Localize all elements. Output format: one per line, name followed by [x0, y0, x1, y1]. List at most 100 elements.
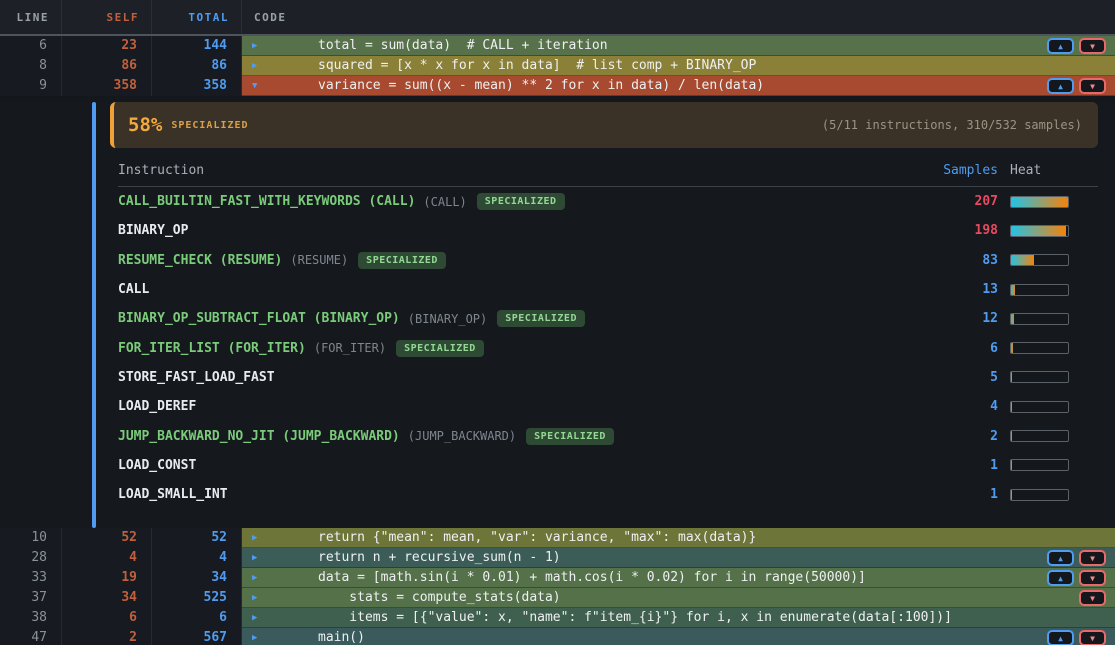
total-samples: 144 — [152, 36, 242, 56]
source-code: variance = sum((x - mean) ** 2 for x in … — [268, 76, 764, 96]
line-number: 10 — [0, 528, 62, 548]
heat-bar-fill — [1011, 314, 1014, 324]
jump-buttons: ▲ ▼ — [1047, 38, 1106, 54]
col-header-total[interactable]: TOTAL — [152, 0, 242, 34]
col-header-code: CODE — [242, 0, 1115, 34]
expand-caret-icon[interactable]: ▶ — [252, 628, 268, 645]
code-cell[interactable]: ▶ squared = [x * x for x in data] # list… — [242, 56, 1115, 76]
instruction-base-opcode: (CALL) — [423, 195, 466, 209]
code-cell[interactable]: ▶ main() ▲ ▼ — [242, 628, 1115, 645]
code-cell[interactable]: ▼ variance = sum((x - mean) ** 2 for x i… — [242, 76, 1115, 96]
heat-bar-fill — [1011, 402, 1012, 412]
heat-bar — [1010, 254, 1069, 266]
total-samples: 52 — [152, 528, 242, 548]
sample-count: 2 — [928, 429, 998, 444]
source-code: squared = [x * x for x in data] # list c… — [268, 56, 756, 76]
expand-caret-icon[interactable]: ▼ — [252, 76, 268, 96]
jump-down-button[interactable]: ▼ — [1079, 630, 1106, 645]
sample-count: 13 — [928, 282, 998, 297]
jump-up-button[interactable]: ▲ — [1047, 570, 1074, 586]
code-row[interactable]: 28 4 4 ▶ return n + recursive_sum(n - 1)… — [0, 548, 1115, 568]
code-row[interactable]: 47 2 567 ▶ main() ▲ ▼ — [0, 628, 1115, 645]
total-samples: 6 — [152, 608, 242, 628]
code-cell[interactable]: ▶ total = sum(data) # CALL + iteration ▲… — [242, 36, 1115, 56]
instruction-name: LOAD_CONST — [118, 458, 196, 473]
jump-down-button[interactable]: ▼ — [1079, 38, 1106, 54]
heat-bar — [1010, 225, 1069, 237]
line-number: 47 — [0, 628, 62, 645]
code-cell[interactable]: ▶ stats = compute_stats(data) ▼ — [242, 588, 1115, 608]
jump-up-button[interactable]: ▲ — [1047, 550, 1074, 566]
total-samples: 567 — [152, 628, 242, 645]
jump-up-button[interactable]: ▲ — [1047, 78, 1074, 94]
total-samples: 86 — [152, 56, 242, 76]
code-cell[interactable]: ▶ items = [{"value": x, "name": f"item_{… — [242, 608, 1115, 628]
code-cell[interactable]: ▶ data = [math.sin(i * 0.01) + math.cos(… — [242, 568, 1115, 588]
source-code: main() — [268, 628, 365, 645]
instruction-base-opcode: (JUMP_BACKWARD) — [408, 429, 516, 443]
expand-caret-icon[interactable]: ▶ — [252, 568, 268, 588]
self-samples: 86 — [62, 56, 152, 76]
sample-count: 5 — [928, 370, 998, 385]
instruction-row: FOR_ITER_LIST (FOR_ITER) (FOR_ITER) SPEC… — [118, 333, 1069, 362]
instruction-name: FOR_ITER_LIST (FOR_ITER) — [118, 341, 306, 356]
heat-bar-fill — [1011, 285, 1015, 295]
instruction-name: CALL_BUILTIN_FAST_WITH_KEYWORDS (CALL) — [118, 194, 415, 209]
col-header-instruction: Instruction — [118, 163, 928, 178]
line-number: 6 — [0, 36, 62, 56]
sample-count: 12 — [928, 311, 998, 326]
heat-bar-fill — [1011, 255, 1034, 265]
code-row[interactable]: 10 52 52 ▶ return {"mean": mean, "var": … — [0, 528, 1115, 548]
sample-count: 198 — [928, 223, 998, 238]
heat-bar-fill — [1011, 372, 1012, 382]
specialized-badge: SPECIALIZED — [358, 252, 446, 269]
instruction-row: JUMP_BACKWARD_NO_JIT (JUMP_BACKWARD) (JU… — [118, 421, 1069, 450]
code-row[interactable]: 9 358 358 ▼ variance = sum((x - mean) **… — [0, 76, 1115, 96]
specialization-label: SPECIALIZED — [171, 120, 248, 131]
expand-caret-icon[interactable]: ▶ — [252, 548, 268, 568]
code-cell[interactable]: ▶ return {"mean": mean, "var": variance,… — [242, 528, 1115, 548]
expanded-detail-panel: 58% SPECIALIZED (5/11 instructions, 310/… — [0, 102, 1115, 528]
code-row[interactable]: 37 34 525 ▶ stats = compute_stats(data) … — [0, 588, 1115, 608]
expand-caret-icon[interactable]: ▶ — [252, 36, 268, 56]
heat-bar — [1010, 401, 1069, 413]
jump-down-button[interactable]: ▼ — [1079, 590, 1106, 606]
instruction-name: RESUME_CHECK (RESUME) — [118, 253, 282, 268]
code-row[interactable]: 6 23 144 ▶ total = sum(data) # CALL + it… — [0, 36, 1115, 56]
expand-caret-icon[interactable]: ▶ — [252, 588, 268, 608]
source-code: return n + recursive_sum(n - 1) — [268, 548, 561, 568]
instruction-name: LOAD_SMALL_INT — [118, 487, 228, 502]
jump-down-button[interactable]: ▼ — [1079, 570, 1106, 586]
code-row[interactable]: 8 86 86 ▶ squared = [x * x for x in data… — [0, 56, 1115, 76]
self-samples: 4 — [62, 548, 152, 568]
jump-up-button[interactable]: ▲ — [1047, 38, 1074, 54]
instruction-row: STORE_FAST_LOAD_FAST 5 — [118, 363, 1069, 392]
col-header-samples[interactable]: Samples — [928, 163, 998, 178]
instruction-name: JUMP_BACKWARD_NO_JIT (JUMP_BACKWARD) — [118, 429, 400, 444]
instruction-base-opcode: (FOR_ITER) — [314, 341, 386, 355]
heat-bar-fill — [1011, 490, 1012, 500]
code-cell[interactable]: ▶ return n + recursive_sum(n - 1) ▲ ▼ — [242, 548, 1115, 568]
col-header-self[interactable]: SELF — [62, 0, 152, 34]
jump-up-button[interactable]: ▲ — [1047, 630, 1074, 645]
instruction-list: CALL_BUILTIN_FAST_WITH_KEYWORDS (CALL) (… — [0, 187, 1115, 509]
jump-buttons: ▲ ▼ — [1047, 78, 1106, 94]
jump-down-button[interactable]: ▼ — [1079, 550, 1106, 566]
line-number: 8 — [0, 56, 62, 76]
table-header: LINE SELF TOTAL CODE — [0, 0, 1115, 36]
self-samples: 23 — [62, 36, 152, 56]
jump-buttons: ▲ ▼ — [1047, 630, 1106, 645]
jump-down-button[interactable]: ▼ — [1079, 78, 1106, 94]
heat-bar — [1010, 196, 1069, 208]
instruction-row: BINARY_OP_SUBTRACT_FLOAT (BINARY_OP) (BI… — [118, 304, 1069, 333]
total-samples: 358 — [152, 76, 242, 96]
expand-caret-icon[interactable]: ▶ — [252, 56, 268, 76]
instruction-row: LOAD_DEREF 4 — [118, 392, 1069, 421]
code-row[interactable]: 33 19 34 ▶ data = [math.sin(i * 0.01) + … — [0, 568, 1115, 588]
instruction-row: LOAD_SMALL_INT 1 — [118, 480, 1069, 509]
expand-caret-icon[interactable]: ▶ — [252, 608, 268, 628]
specialization-detail: (5/11 instructions, 310/532 samples) — [822, 118, 1082, 132]
jump-buttons: ▼ — [1079, 590, 1106, 606]
expand-caret-icon[interactable]: ▶ — [252, 528, 268, 548]
code-row[interactable]: 38 6 6 ▶ items = [{"value": x, "name": f… — [0, 608, 1115, 628]
